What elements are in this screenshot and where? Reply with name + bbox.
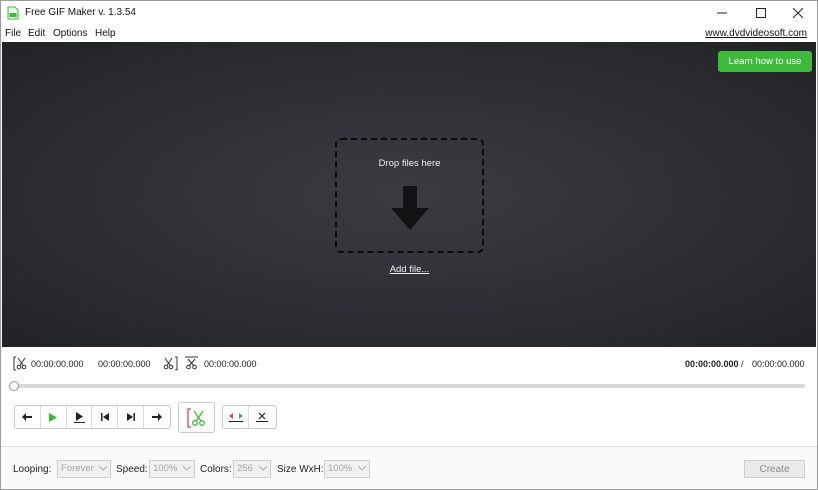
step-back-button[interactable]: [15, 406, 41, 428]
menu-options[interactable]: Options: [53, 28, 87, 39]
go-to-start-button[interactable]: [92, 406, 119, 428]
go-to-end-button[interactable]: [118, 406, 145, 428]
menu-bar: File Edit Options Help www.dvdvideosoft.…: [1, 25, 817, 42]
keep-selection-icon: [228, 412, 243, 422]
cut-button[interactable]: [178, 402, 215, 433]
size-value: 100%: [328, 463, 353, 474]
app-icon: [7, 6, 19, 20]
timeline-slider-thumb[interactable]: [9, 381, 19, 391]
menu-edit[interactable]: Edit: [28, 28, 45, 39]
add-file-link[interactable]: Add file...: [335, 264, 484, 275]
looping-label: Looping:: [13, 464, 52, 475]
chevron-down-icon: [99, 466, 107, 471]
chevron-down-icon: [183, 466, 191, 471]
preview-area[interactable]: Learn how to use Drop files here Add fil…: [2, 42, 816, 347]
speed-select[interactable]: 100%: [149, 460, 195, 478]
mark-start-icon[interactable]: [13, 356, 28, 371]
maximize-icon: [756, 8, 766, 18]
title-bar: Free GIF Maker v. 1.3.54: [1, 1, 817, 25]
speed-value: 100%: [153, 463, 178, 474]
play-icon: [49, 412, 58, 422]
playback-controls: [14, 405, 171, 429]
colors-label: Colors:: [200, 464, 232, 475]
start-time[interactable]: 00:00:00.000: [31, 359, 84, 369]
app-window: Free GIF Maker v. 1.3.54 File Edit Optio…: [0, 0, 818, 490]
menu-help[interactable]: Help: [95, 28, 116, 39]
create-button[interactable]: Create: [744, 460, 805, 478]
drop-files-text: Drop files here: [378, 158, 441, 169]
settings-bar: Looping: Forever Speed: 100% Colors: 256…: [1, 447, 817, 489]
time-separator: /: [741, 359, 744, 369]
total-time: 00:00:00.000: [752, 359, 805, 369]
chevron-down-icon: [358, 466, 366, 471]
chevron-down-icon: [259, 466, 267, 471]
website-link[interactable]: www.dvdvideosoft.com: [705, 28, 807, 39]
drop-zone[interactable]: Drop files here: [335, 138, 484, 253]
maximize-button[interactable]: [742, 1, 780, 25]
arrow-left-icon: [22, 413, 33, 421]
learn-how-to-use-button[interactable]: Learn how to use: [718, 51, 812, 72]
play-selection-button[interactable]: [67, 406, 93, 428]
current-time: 00:00:00.000: [685, 359, 739, 369]
down-arrow-icon: [391, 186, 429, 230]
cut-marker-icon[interactable]: [184, 356, 199, 371]
arrow-right-icon: [152, 413, 163, 421]
delete-selection-icon: [256, 412, 268, 422]
step-forward-button[interactable]: [144, 406, 170, 428]
minimize-icon: [717, 12, 727, 14]
time-row: 00:00:00.000 00:00:00.000 00:00:00.000 0…: [1, 356, 817, 372]
colors-value: 256: [237, 463, 253, 474]
size-select[interactable]: 100%: [324, 460, 370, 478]
looping-value: Forever: [61, 463, 94, 474]
delete-selection-button[interactable]: [249, 406, 275, 428]
skip-forward-icon: [126, 413, 135, 421]
scissors-bracket-icon: [186, 407, 205, 428]
skip-back-icon: [100, 413, 109, 421]
minimize-button[interactable]: [703, 1, 741, 25]
timeline-slider-track[interactable]: [12, 384, 805, 388]
close-icon: [793, 8, 803, 18]
speed-label: Speed:: [116, 464, 148, 475]
play-selection-icon: [73, 411, 85, 423]
close-button[interactable]: [779, 1, 817, 25]
colors-select[interactable]: 256: [233, 460, 271, 478]
window-title: Free GIF Maker v. 1.3.54: [25, 7, 136, 18]
edit-controls: [222, 405, 277, 429]
play-button[interactable]: [41, 406, 67, 428]
cut-time: 00:00:00.000: [204, 359, 257, 369]
end-time[interactable]: 00:00:00.000: [98, 359, 151, 369]
menu-file[interactable]: File: [5, 28, 21, 39]
mark-end-icon[interactable]: [163, 356, 178, 371]
size-label: Size WxH:: [277, 464, 324, 475]
looping-select[interactable]: Forever: [57, 460, 111, 478]
keep-selection-button[interactable]: [223, 406, 249, 428]
